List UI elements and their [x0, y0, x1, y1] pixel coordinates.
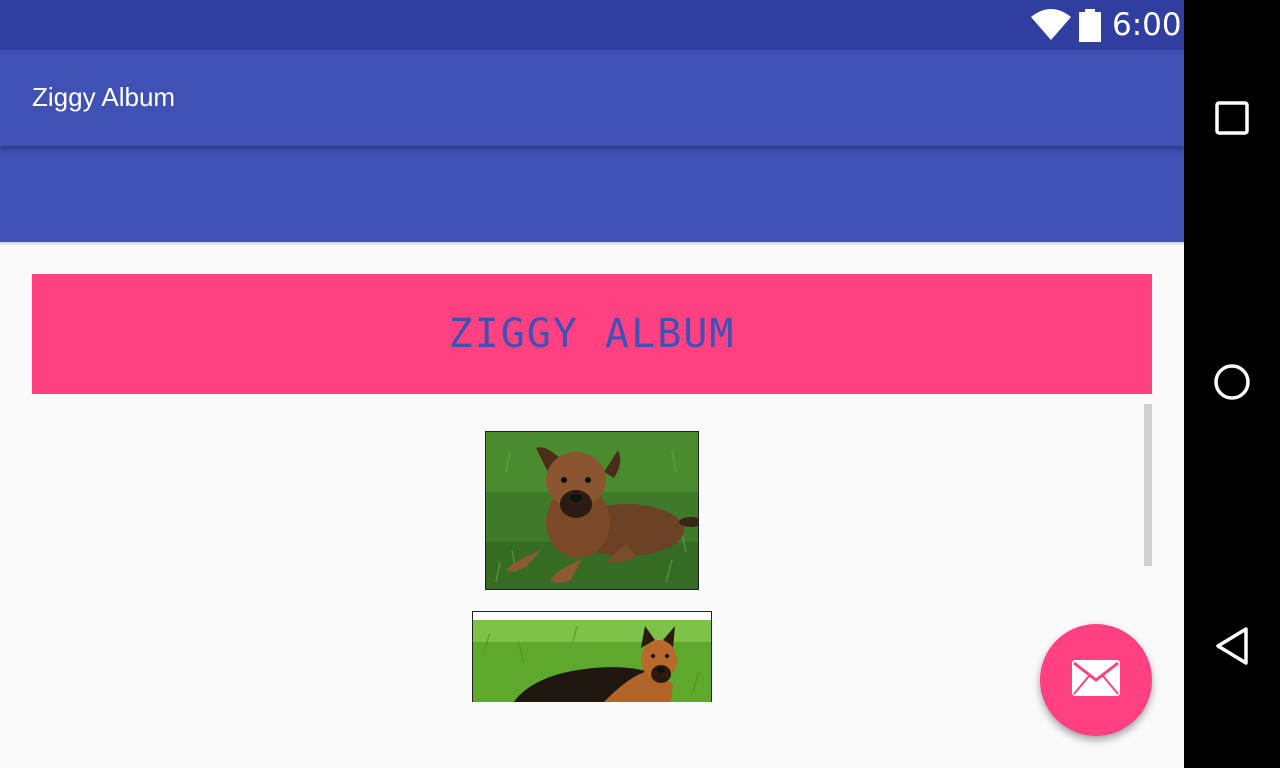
wifi-icon	[1030, 9, 1072, 45]
toolbar: Ziggy Album	[0, 50, 1184, 146]
home-button[interactable]	[1184, 336, 1280, 432]
battery-icon	[1078, 9, 1102, 47]
scrollbar[interactable]	[1144, 404, 1152, 566]
recents-button[interactable]	[1184, 72, 1280, 168]
app-bar-shadow	[0, 242, 1184, 246]
german-shepherd-photo[interactable]	[472, 611, 712, 702]
app-screen: 6:00 Ziggy Album ZIGGY ALBUM	[0, 0, 1184, 768]
puppy-photo[interactable]	[485, 431, 699, 590]
email-fab-button[interactable]	[1040, 624, 1152, 736]
navigation-bar	[1184, 0, 1280, 768]
email-icon	[1071, 659, 1121, 701]
toolbar-title: Ziggy Album	[32, 82, 176, 112]
header-title: ZIGGY ALBUM	[448, 311, 736, 357]
back-icon	[1214, 626, 1250, 670]
app-bar-extension	[0, 146, 1184, 242]
recents-icon	[1215, 101, 1249, 139]
status-time: 6:00	[1112, 7, 1182, 43]
back-button[interactable]	[1184, 600, 1280, 696]
header-banner: ZIGGY ALBUM	[32, 274, 1152, 394]
status-bar: 6:00	[0, 0, 1184, 50]
home-icon	[1213, 363, 1251, 405]
